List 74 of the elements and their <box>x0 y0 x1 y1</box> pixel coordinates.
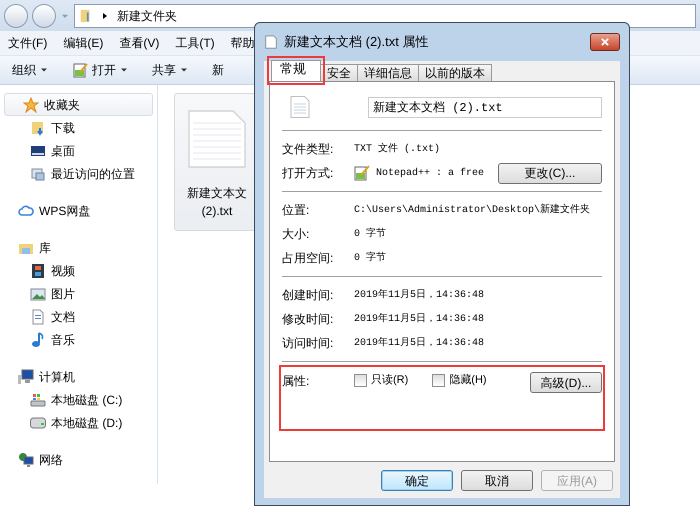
field-label: 大小: <box>282 226 310 243</box>
field-label: 位置: <box>282 202 310 219</box>
sidebar-item[interactable]: 最近访问的位置 <box>0 162 157 185</box>
dialog-title: 新建文本文档 (2).txt 属性 <box>284 33 428 52</box>
tab[interactable]: 详细信息 <box>357 64 419 81</box>
star-icon <box>23 96 39 112</box>
document-icon <box>30 308 46 324</box>
change-button[interactable]: 更改(C)... <box>498 162 602 184</box>
field-label: 占用空间: <box>282 250 334 267</box>
field-value: 0 字节 <box>354 226 386 242</box>
sidebar-item[interactable]: 计算机 <box>0 365 157 388</box>
field-label: 文件类型: <box>282 141 334 158</box>
dialog-button[interactable]: 取消 <box>461 470 533 491</box>
document-icon <box>264 34 278 50</box>
sidebar-item[interactable]: 网络 <box>0 448 157 471</box>
field-value: C:\Users\Administrator\Desktop\新建文件夹 <box>354 202 590 218</box>
field-label: 属性: <box>282 373 310 390</box>
field-label: 访问时间: <box>282 335 334 352</box>
field-value: 2019年11月5日，14:36:48 <box>354 312 484 326</box>
film-icon <box>30 262 46 278</box>
sidebar-item[interactable]: 图片 <box>0 282 157 305</box>
network-icon <box>18 452 34 468</box>
caret-icon <box>120 66 128 74</box>
caret-icon <box>180 66 188 74</box>
toolbar-button[interactable]: 新 <box>200 56 236 84</box>
recent-places-icon <box>30 166 46 182</box>
drive-icon <box>30 392 46 408</box>
menu-item[interactable]: 查看(V) <box>111 31 168 55</box>
sidebar-item[interactable]: 音乐 <box>0 328 157 351</box>
folder-icon <box>30 120 46 136</box>
forward-button[interactable] <box>32 4 56 28</box>
back-button[interactable] <box>4 4 28 28</box>
breadcrumb-item[interactable]: 新建文件夹 <box>117 6 177 24</box>
field-value: 0 字节 <box>354 250 386 266</box>
field-label: 创建时间: <box>282 287 334 304</box>
file-name-field[interactable]: 新建文本文档 (2).txt <box>368 96 602 118</box>
close-button[interactable] <box>590 33 620 51</box>
field-value: Notepad++ : a free <box>376 166 484 180</box>
breadcrumb-arrow-icon <box>101 12 109 20</box>
notepad-icon <box>72 62 88 78</box>
cloud-icon <box>18 202 34 218</box>
toolbar-button[interactable]: 共享 <box>140 56 200 84</box>
tab[interactable]: 常规 <box>271 60 321 81</box>
field-label: 修改时间: <box>282 311 334 328</box>
close-icon <box>600 37 610 47</box>
caret-icon <box>40 66 48 74</box>
sidebar-item[interactable]: 视频 <box>0 259 157 282</box>
sidebar-item[interactable]: 本地磁盘 (D:) <box>0 411 157 434</box>
picture-icon <box>30 286 46 302</box>
menu-item[interactable]: 工具(T) <box>167 31 223 55</box>
sidebar-item[interactable]: 收藏夹 <box>4 93 153 116</box>
sidebar-item[interactable]: 库 <box>0 236 157 259</box>
checkbox[interactable]: 隐藏(H) <box>432 372 487 388</box>
sidebar-item[interactable]: WPS网盘 <box>0 199 157 222</box>
field-label: 打开方式: <box>282 165 334 182</box>
sidebar-item[interactable]: 下载 <box>0 116 157 139</box>
tab[interactable]: 以前的版本 <box>418 64 492 81</box>
sidebar-item[interactable]: 桌面 <box>0 139 157 162</box>
music-note-icon <box>30 332 46 348</box>
menu-item[interactable]: 编辑(E) <box>55 31 112 55</box>
field-value: TXT 文件 (.txt) <box>354 142 440 156</box>
toolbar-button[interactable]: 打开 <box>60 56 140 84</box>
drive-icon <box>30 414 46 430</box>
computer-icon <box>18 368 34 384</box>
dialog-button[interactable]: 确定 <box>381 470 453 491</box>
sidebar-item[interactable]: 本地磁盘 (C:) <box>0 388 157 411</box>
checkbox[interactable]: 只读(R) <box>354 372 408 388</box>
field-value: 2019年11月5日，14:36:48 <box>354 288 484 302</box>
advanced-button[interactable]: 高级(D)... <box>530 372 602 393</box>
field-value: 2019年11月5日，14:36:48 <box>354 336 484 350</box>
toolbar-button[interactable]: 组织 <box>0 56 60 84</box>
menu-item[interactable]: 文件(F) <box>0 31 56 55</box>
sidebar-item[interactable]: 文档 <box>0 305 157 328</box>
notepad-icon <box>354 165 370 181</box>
